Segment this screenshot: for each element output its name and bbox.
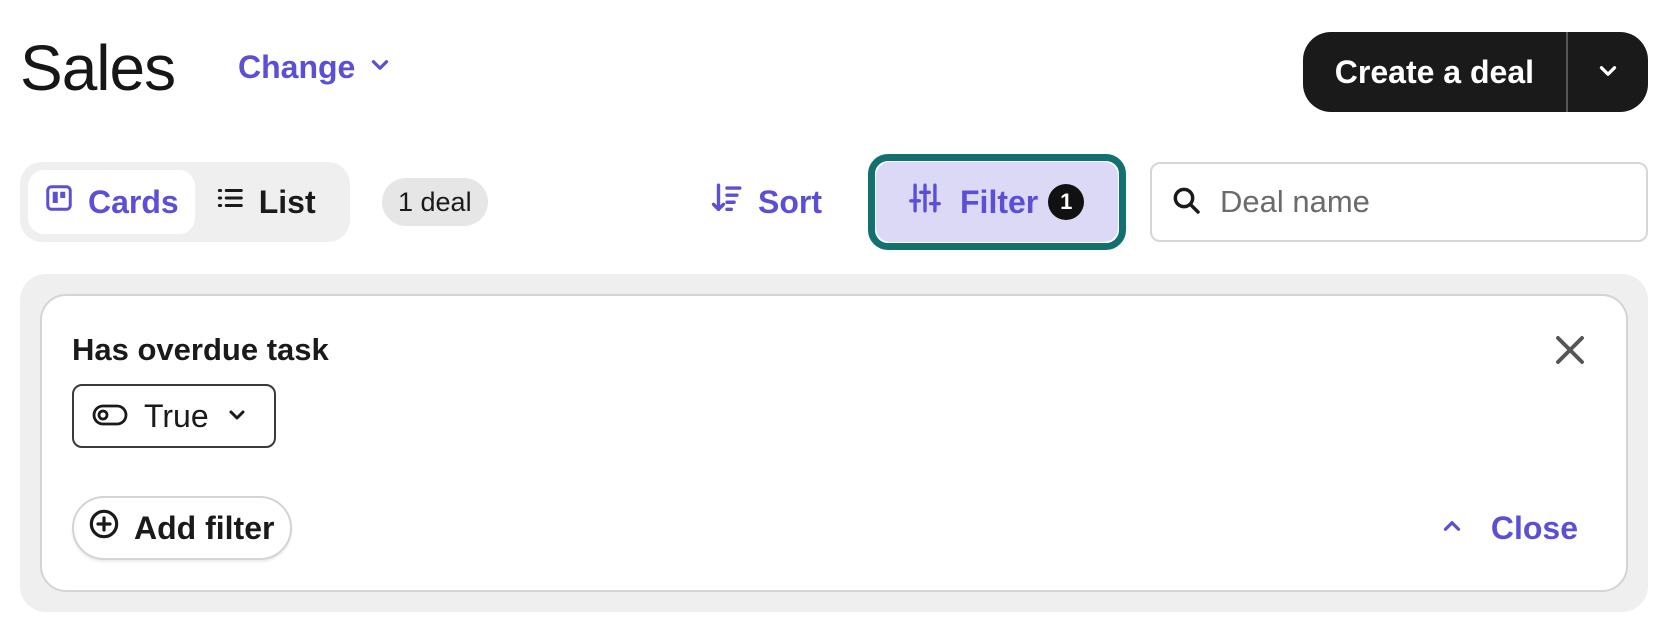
deal-search: [1150, 162, 1648, 242]
sort-icon: [710, 181, 744, 223]
page-header: Sales Change Create a deal: [20, 30, 1648, 112]
sort-label: Sort: [758, 183, 822, 220]
chevron-down-icon: [1595, 58, 1621, 87]
deal-search-input[interactable]: [1220, 184, 1646, 220]
sliders-icon: [908, 181, 942, 223]
add-filter-label: Add filter: [134, 509, 275, 546]
change-pipeline-button[interactable]: Change: [238, 49, 393, 86]
kanban-board-icon: [44, 183, 74, 221]
view-option-label: List: [258, 183, 316, 220]
create-deal-button[interactable]: Create a deal: [1303, 32, 1566, 112]
plus-circle-icon: [88, 508, 120, 548]
view-option-cards[interactable]: Cards: [28, 170, 195, 234]
filter-button[interactable]: Filter 1: [876, 162, 1118, 242]
filter-panel-container: Has overdue task True Add filter Close: [20, 274, 1648, 612]
deal-count-badge: 1 deal: [382, 178, 488, 226]
toggle-icon: [92, 398, 128, 435]
filter-label: Filter: [960, 183, 1039, 220]
chevron-up-icon: [1439, 510, 1465, 547]
close-icon: [1552, 332, 1588, 373]
sort-button[interactable]: Sort: [710, 170, 822, 234]
search-icon: [1170, 184, 1202, 221]
filter-count-badge: 1: [1048, 184, 1085, 220]
deals-toolbar: Cards List 1 deal Sort Filter 1: [20, 154, 1648, 250]
view-toggle: Cards List: [20, 162, 350, 242]
change-pipeline-label: Change: [238, 49, 356, 85]
remove-filter-button[interactable]: [1550, 332, 1590, 372]
close-filter-panel-button[interactable]: Close: [1439, 496, 1578, 560]
page-title: Sales: [20, 32, 176, 104]
filter-value-select[interactable]: True: [72, 384, 276, 448]
view-option-list[interactable]: List: [199, 170, 332, 234]
create-deal-menu-button[interactable]: [1568, 32, 1648, 112]
list-icon: [215, 183, 245, 221]
filter-value-label: True: [144, 397, 209, 434]
close-panel-label: Close: [1490, 509, 1578, 546]
filter-panel: Has overdue task True Add filter Close: [40, 294, 1628, 592]
filter-rule-label: Has overdue task: [72, 332, 329, 367]
add-filter-button[interactable]: Add filter: [72, 496, 293, 560]
view-option-label: Cards: [88, 183, 179, 220]
create-deal-split-button: Create a deal: [1302, 32, 1648, 112]
chevron-down-icon: [225, 398, 249, 435]
chevron-down-icon: [367, 49, 393, 86]
